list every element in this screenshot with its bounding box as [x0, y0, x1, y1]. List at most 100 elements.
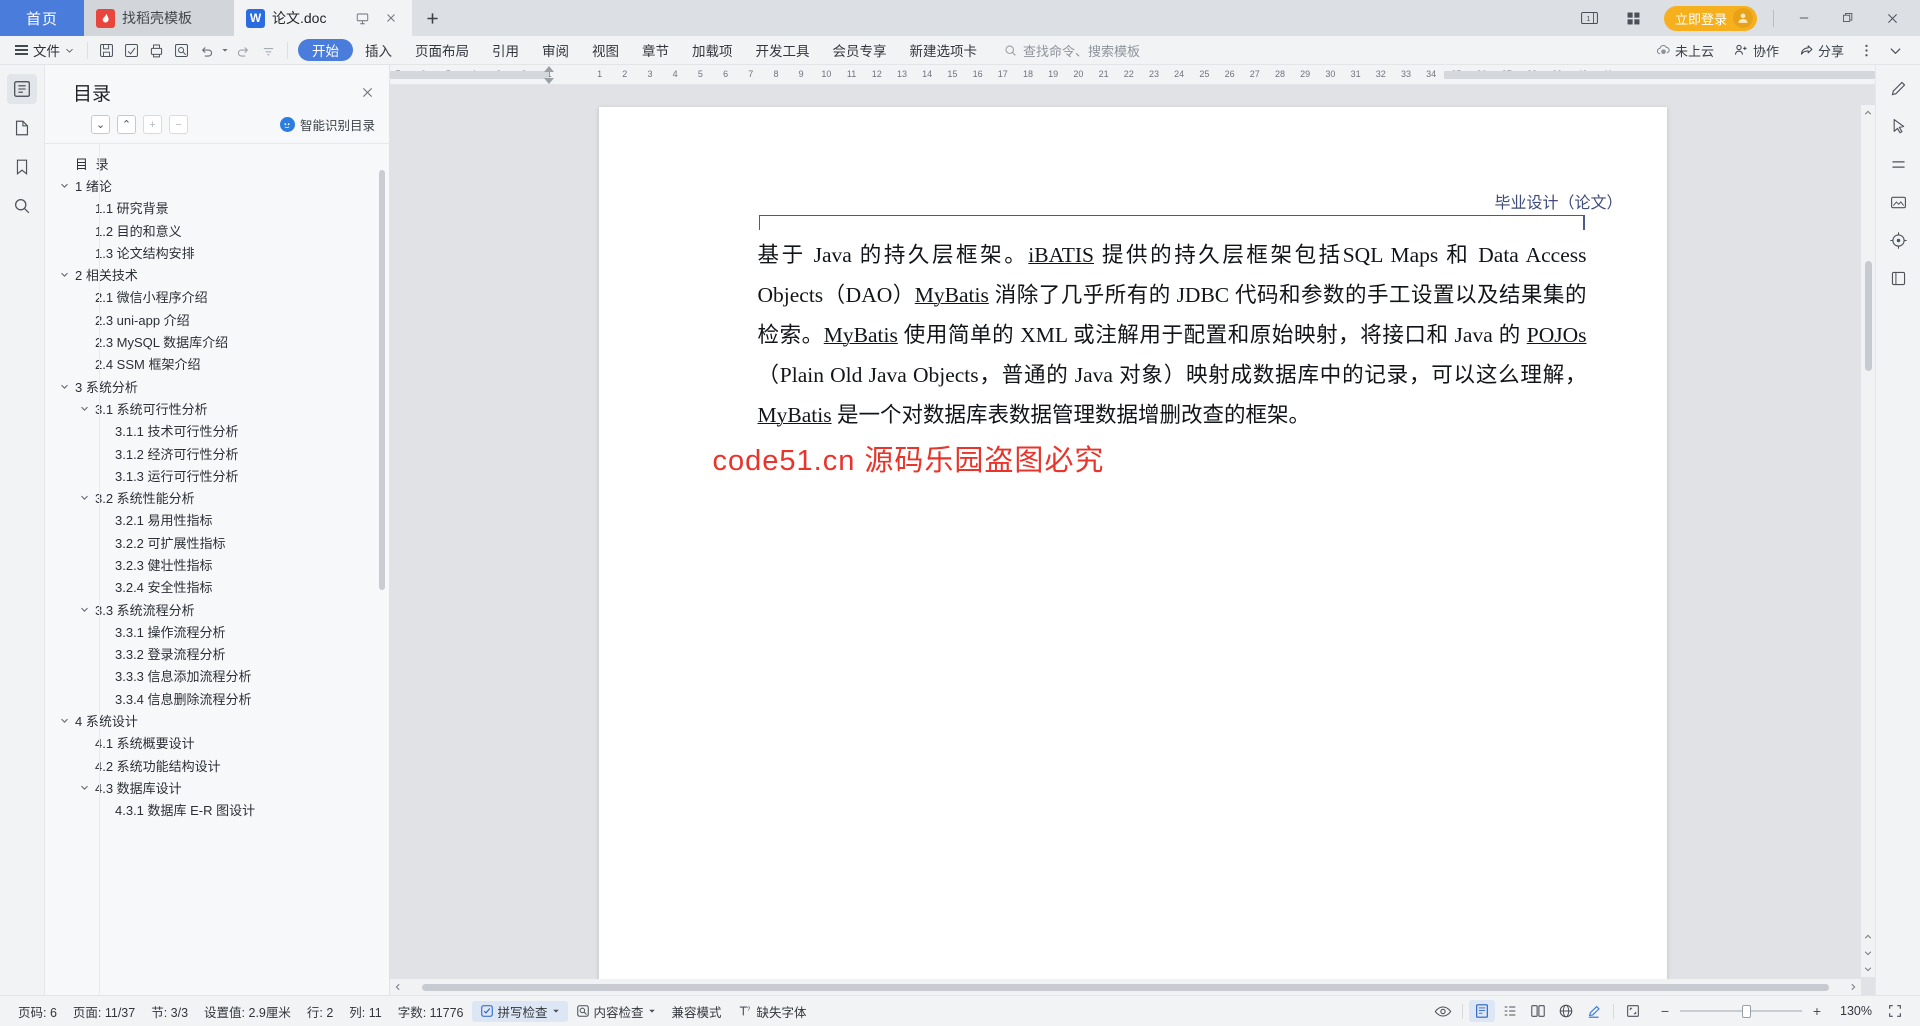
document-canvas[interactable]: 毕业设计（论文） 基于 Java 的持久层框架。iBATIS 提供的持久层框架包… [390, 85, 1875, 995]
chevron-down-icon[interactable] [78, 783, 91, 792]
toc-item[interactable]: 3.3.2 登录流程分析 [45, 643, 389, 665]
scroll-left-button[interactable] [390, 979, 406, 995]
document-pane-button[interactable] [7, 113, 37, 143]
present-icon[interactable] [355, 11, 370, 26]
chevron-down-icon[interactable] [58, 181, 71, 190]
status-word-count[interactable]: 字数: 11776 [390, 1002, 472, 1021]
spell-check-button[interactable]: 拼写检查 [471, 1000, 568, 1022]
print-icon[interactable] [144, 39, 169, 62]
undo-dropdown-icon[interactable] [219, 39, 231, 62]
web-view-button[interactable] [1553, 1000, 1579, 1022]
chevron-down-icon[interactable] [78, 404, 91, 413]
collaborate-button[interactable]: 协作 [1726, 39, 1787, 61]
increase-level-button[interactable]: + [143, 115, 162, 134]
zoom-out-button[interactable]: − [1656, 1003, 1674, 1019]
toc-item[interactable]: 2.3 MySQL 数据库介绍 [45, 330, 389, 352]
toc-item[interactable]: 1.3 论文结构安排 [45, 241, 389, 263]
document-tab-paper[interactable]: W 论文.doc [234, 0, 413, 36]
search-panel-button[interactable] [7, 191, 37, 221]
toc-item[interactable]: 4.2 系统功能结构设计 [45, 754, 389, 776]
locate-tool-button[interactable] [1883, 225, 1913, 255]
chevron-down-icon[interactable] [58, 382, 71, 391]
zoom-slider[interactable] [1680, 1004, 1803, 1018]
vertical-scrollbar[interactable] [1861, 105, 1875, 977]
toc-list[interactable]: 目 录 1 绪论 1.1 研究背景 1.2 目的和意义 1.3 论文结构安排 2 相关技术… [45, 143, 389, 995]
new-tab-button[interactable] [412, 0, 452, 36]
cursor-tool-button[interactable] [1883, 111, 1913, 141]
ribbon-tab-view[interactable]: 视图 [581, 39, 630, 61]
ruler-right-margin[interactable] [1443, 71, 1875, 79]
ribbon-tab-developer[interactable]: 开发工具 [745, 39, 821, 61]
restore-button[interactable] [1834, 3, 1862, 33]
scroll-down-button[interactable] [1861, 961, 1875, 977]
document-page[interactable]: 毕业设计（论文） 基于 Java 的持久层框架。iBATIS 提供的持久层框架包… [598, 107, 1667, 995]
chevron-down-icon[interactable] [648, 1007, 656, 1015]
cloud-status-button[interactable]: 未上云 [1648, 39, 1722, 61]
ribbon-tab-review[interactable]: 审阅 [531, 39, 580, 61]
fullscreen-button[interactable] [1882, 1000, 1908, 1022]
toc-item[interactable]: 4.1 系统概要设计 [45, 732, 389, 754]
horizontal-ruler[interactable]: 7654321123456789101112131415161718192021… [390, 65, 1875, 85]
undo-icon[interactable] [194, 39, 219, 62]
chevron-down-icon[interactable] [78, 493, 91, 502]
prev-page-button[interactable] [1861, 929, 1875, 945]
reading-eye-button[interactable] [1430, 1000, 1456, 1022]
toc-close-button[interactable] [360, 85, 375, 100]
body-paragraph[interactable]: 基于 Java 的持久层框架。iBATIS 提供的持久层框架包括SQL Maps… [758, 235, 1587, 435]
toc-item[interactable]: 1.2 目的和意义 [45, 219, 389, 241]
pen-tool-button[interactable] [1883, 73, 1913, 103]
divider-tool-button[interactable] [1883, 149, 1913, 179]
toc-item[interactable]: 目 录 [45, 152, 389, 174]
hanging-indent-marker[interactable] [544, 78, 555, 84]
toc-item[interactable]: 2.1 微信小程序介绍 [45, 286, 389, 308]
toc-item[interactable]: 3.3.3 信息添加流程分析 [45, 665, 389, 687]
toc-item[interactable]: 3 系统分析 [45, 375, 389, 397]
horizontal-scroll-thumb[interactable] [422, 983, 1829, 991]
minimize-button[interactable] [1790, 3, 1818, 33]
next-page-button[interactable] [1861, 945, 1875, 961]
toc-item[interactable]: 3.2 系统性能分析 [45, 486, 389, 508]
toc-item[interactable]: 3.2.1 易用性指标 [45, 509, 389, 531]
toc-item[interactable]: 4.3 数据库设计 [45, 776, 389, 798]
customize-icon[interactable] [256, 39, 281, 62]
toc-scrollbar[interactable] [379, 170, 385, 590]
ribbon-tab-references[interactable]: 引用 [481, 39, 530, 61]
page-tool-button[interactable] [1883, 263, 1913, 293]
toc-item[interactable]: 2.4 SSM 框架介绍 [45, 353, 389, 375]
ribbon-tab-addins[interactable]: 加载项 [681, 39, 744, 61]
missing-font-button[interactable]: ? 缺失字体 [730, 1002, 815, 1021]
print-preview-icon[interactable] [169, 39, 194, 62]
login-button[interactable]: 立即登录 [1663, 5, 1757, 31]
page-layout-view-button[interactable] [1469, 1000, 1496, 1022]
chevron-down-icon[interactable] [552, 1007, 560, 1015]
toc-item[interactable]: 3.3.4 信息删除流程分析 [45, 687, 389, 709]
toc-item[interactable]: 3.1.1 技术可行性分析 [45, 420, 389, 442]
toc-item[interactable]: 2 相关技术 [45, 263, 389, 285]
save-icon[interactable] [94, 39, 119, 62]
grid-view-icon[interactable] [1620, 3, 1648, 33]
ribbon-tab-insert[interactable]: 插入 [354, 39, 403, 61]
highlight-pen-button[interactable] [1581, 1000, 1607, 1022]
first-line-indent-marker[interactable] [544, 66, 555, 72]
toc-item[interactable]: 4 系统设计 [45, 709, 389, 731]
expand-all-button[interactable]: ⌄ [91, 115, 110, 134]
chevron-down-icon[interactable] [78, 605, 91, 614]
share-button[interactable]: 分享 [1791, 39, 1852, 61]
ribbon-tab-page-layout[interactable]: 页面布局 [404, 39, 480, 61]
toc-item[interactable]: 3.2.4 安全性指标 [45, 576, 389, 598]
file-menu-button[interactable]: 文件 [8, 39, 81, 62]
ribbon-tab-start[interactable]: 开始 [298, 39, 353, 61]
toc-panel-button[interactable] [7, 74, 37, 104]
toc-item[interactable]: 3.1 系统可行性分析 [45, 397, 389, 419]
toc-item[interactable]: 1 绪论 [45, 174, 389, 196]
ribbon-tab-new-tab[interactable]: 新建选项卡 [899, 39, 989, 61]
content-check-button[interactable]: 内容检查 [568, 1002, 664, 1021]
toc-item[interactable]: 3.3 系统流程分析 [45, 598, 389, 620]
toc-item[interactable]: 3.2.3 健壮性指标 [45, 553, 389, 575]
single-page-view-icon[interactable]: 1 [1576, 3, 1604, 33]
toc-item[interactable]: 3.1.3 运行可行性分析 [45, 464, 389, 486]
chevron-down-icon[interactable] [58, 716, 71, 725]
close-button[interactable] [1878, 3, 1906, 33]
vertical-scroll-thumb[interactable] [1864, 261, 1872, 371]
toc-item[interactable]: 2.3 uni-app 介绍 [45, 308, 389, 330]
